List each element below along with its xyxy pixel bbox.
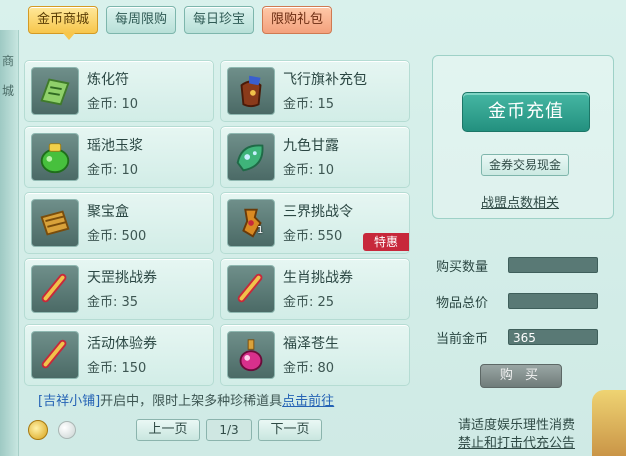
item-name: 活动体验券 <box>87 336 157 352</box>
notice-shop-name: [吉祥小铺] <box>38 394 101 409</box>
scroll-icon <box>31 265 79 313</box>
recharge-panel: 金币充值 金券交易现金 战盟点数相关 <box>432 55 614 219</box>
item-name: 三界挑战令 <box>283 204 353 220</box>
tab-weekly-limited[interactable]: 每周限购 <box>106 6 177 34</box>
item-card-yaochi[interactable]: 瑶池玉浆 金币: 10 <box>24 126 214 188</box>
next-page-button[interactable]: 下一页 <box>258 419 322 441</box>
treasure-box-icon <box>31 199 79 247</box>
item-card-fuze[interactable]: 福泽苍生 金币: 80 <box>220 324 410 386</box>
alliance-points-link[interactable]: 战盟点数相关 <box>481 192 559 211</box>
prev-page-button[interactable]: 上一页 <box>136 419 200 441</box>
challenge-token-icon <box>227 199 275 247</box>
current-gold-field: 365 <box>508 329 598 345</box>
gold-coin-icon[interactable] <box>28 420 48 440</box>
leaf-dew-icon <box>227 133 275 181</box>
gold-recharge-button[interactable]: 金币充值 <box>462 92 590 132</box>
talisman-icon <box>31 67 79 115</box>
coupon-trade-button[interactable]: 金券交易现金 <box>481 154 569 176</box>
moderate-play-notice: 请适度娱乐理性消费 <box>458 418 576 433</box>
notice-goto-link[interactable]: 点击前往 <box>282 394 334 409</box>
jade-jar-icon <box>31 133 79 181</box>
tab-daily-treasure[interactable]: 每日珍宝 <box>184 6 255 34</box>
discount-badge: 特惠 <box>363 233 409 251</box>
tab-gold-shop[interactable]: 金币商城 <box>28 6 99 40</box>
item-price: 金币: 10 <box>87 97 139 112</box>
item-price: 金币: 550 <box>283 229 343 244</box>
side-char-2: 城 <box>2 84 15 98</box>
buy-quantity-field[interactable] <box>508 257 598 273</box>
anti-proxy-notice-link[interactable]: 禁止和打击代充公告 <box>458 432 575 451</box>
item-card-jubaohe[interactable]: 聚宝盒 金币: 500 <box>24 192 214 254</box>
corner-decoration-icon <box>592 390 626 456</box>
item-name: 福泽苍生 <box>283 336 339 352</box>
item-card-sanjie[interactable]: 1 三界挑战令 金币: 550 特惠 <box>220 192 410 254</box>
current-gold-label: 当前金币 <box>436 332 489 347</box>
item-price: 金币: 80 <box>283 361 335 376</box>
scroll-icon <box>31 331 79 379</box>
item-card-huodong[interactable]: 活动体验券 金币: 150 <box>24 324 214 386</box>
item-card-tiangang[interactable]: 天罡挑战券 金币: 35 <box>24 258 214 320</box>
scroll-icon <box>227 265 275 313</box>
item-name: 天罡挑战券 <box>87 270 157 286</box>
total-price-label: 物品总价 <box>436 296 489 311</box>
item-card-flag-pack[interactable]: 飞行旗补充包 金币: 15 <box>220 60 410 122</box>
item-price: 金币: 15 <box>283 97 335 112</box>
item-card-shengxiao[interactable]: 生肖挑战券 金币: 25 <box>220 258 410 320</box>
item-name: 九色甘露 <box>283 138 339 154</box>
flag-pack-icon <box>227 67 275 115</box>
item-price: 金币: 10 <box>87 163 139 178</box>
item-card-jiuse[interactable]: 九色甘露 金币: 10 <box>220 126 410 188</box>
item-quantity: 1 <box>257 225 264 236</box>
potion-bottle-icon <box>227 331 275 379</box>
item-price: 金币: 35 <box>87 295 139 310</box>
tab-limited-pack[interactable]: 限购礼包 <box>262 6 333 34</box>
left-side-strip: 商 城 <box>0 30 19 456</box>
item-price: 金币: 10 <box>283 163 335 178</box>
item-price: 金币: 500 <box>87 229 147 244</box>
item-name: 聚宝盒 <box>87 204 129 220</box>
item-price: 金币: 25 <box>283 295 335 310</box>
shop-tabs: 金币商城 每周限购 每日珍宝 限购礼包 <box>28 6 333 40</box>
buy-button[interactable]: 购 买 <box>480 364 562 388</box>
item-name: 飞行旗补充包 <box>283 72 367 88</box>
buy-quantity-label: 购买数量 <box>436 260 489 275</box>
notice-text: 开启中，限时上架多种珍稀道具 <box>100 394 283 409</box>
item-name: 生肖挑战券 <box>283 270 353 286</box>
item-name: 瑶池玉浆 <box>87 138 143 154</box>
side-char-1: 商 <box>2 54 15 68</box>
item-price: 金币: 150 <box>87 361 147 376</box>
page-indicator: 1/3 <box>206 419 252 441</box>
item-card-lianhuafu[interactable]: 炼化符 金币: 10 <box>24 60 214 122</box>
pearl-icon[interactable] <box>58 421 76 439</box>
shop-notice: [吉祥小铺]开启中，限时上架多种珍稀道具点击前往 <box>38 390 334 409</box>
total-price-field <box>508 293 598 309</box>
item-name: 炼化符 <box>87 72 129 88</box>
